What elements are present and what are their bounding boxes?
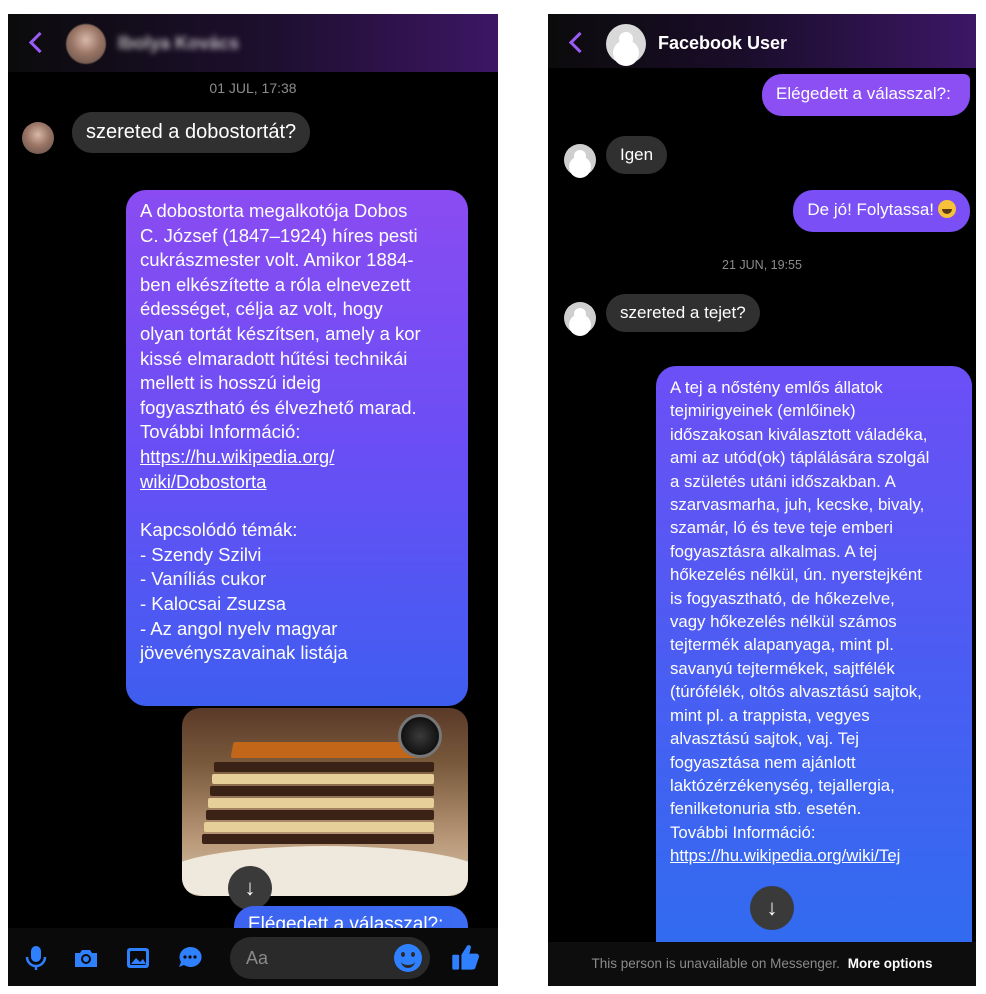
related-topic-line: - Kalocsai Zsuzsa: [140, 592, 286, 614]
emoji-icon[interactable]: [394, 944, 422, 972]
chat-header: Ibolya Kovács: [8, 14, 498, 72]
emblem-icon: [398, 714, 442, 758]
wiki-link[interactable]: https://hu.wikipedia.org/wiki/Tej: [670, 844, 958, 867]
related-topic-line: - Szendy Szilvi: [140, 543, 262, 565]
composer-bar: Aa: [8, 928, 498, 986]
message-line: ben elkészítette a róla elnevezett: [140, 273, 411, 295]
wiki-link[interactable]: https://hu.wikipedia.org/: [140, 445, 454, 470]
message-line: mellett is hosszú ideig: [140, 372, 321, 394]
message-line: fogyasztásra alkalmas. A tej: [670, 541, 878, 561]
cake-slice: [202, 738, 442, 858]
message-line: a születés utáni időszakban. A: [670, 471, 896, 491]
message-line: További Információ:: [670, 822, 816, 842]
outgoing-message-text: De jó! Folytassa!: [807, 200, 934, 219]
left-chat-screen: Ibolya Kovács 01 JUL, 17:38 szereted a d…: [8, 14, 498, 986]
avatar[interactable]: [66, 24, 106, 64]
message-line: A dobostorta megalkotója Dobos: [140, 200, 408, 221]
message-line: laktózérzékenység, tejallergia,: [670, 775, 895, 795]
message-input[interactable]: Aa: [230, 937, 430, 979]
message-line: hőkezelés nélkül, ún. nyerstejként: [670, 565, 922, 585]
message-line: fogyasztása nem ajánlott: [670, 752, 856, 772]
incoming-message[interactable]: szereted a dobostortát?: [72, 112, 311, 153]
avatar[interactable]: [564, 144, 596, 176]
message-line: (túrófélék, oltós alvasztású sajtok,: [670, 682, 922, 702]
back-chevron-icon[interactable]: [566, 28, 588, 58]
message-line: További Információ:: [140, 421, 301, 443]
incoming-message[interactable]: Igen: [606, 136, 668, 174]
timestamp: 21 JUN, 19:55: [722, 258, 802, 272]
message-line: vagy hőkezelés nélkül számos: [670, 612, 897, 632]
message-line: fogyasztható és élvezhető marad.: [140, 396, 417, 418]
mic-icon[interactable]: [22, 944, 50, 972]
message-line: A tej a nőstény emlős állatok: [670, 378, 883, 397]
avatar[interactable]: [564, 302, 596, 334]
related-topic-line: jövevényszavainak listája: [140, 642, 348, 664]
avatar[interactable]: [22, 122, 54, 154]
related-topic-line: Kapcsolódó témák:: [140, 519, 298, 541]
message-line: időszakosan kiválasztott váladéka,: [670, 424, 928, 444]
dobostorta-photo[interactable]: [182, 708, 468, 896]
camera-icon[interactable]: [72, 944, 100, 972]
message-line: olyan tortát készítsen, amely a kor: [140, 322, 421, 344]
right-chat-screen: Elégedett a válasszal?: Facebook User Ig…: [548, 14, 976, 986]
avatar[interactable]: [606, 24, 646, 64]
outgoing-message[interactable]: A dobostorta megalkotója Dobos C. József …: [126, 190, 468, 706]
message-line: édességet, célja az volt, hogy: [140, 298, 383, 320]
message-line: alvasztású sajtok, vaj. Tej: [670, 729, 860, 749]
message-line: cukrászmester volt. Amikor 1884-: [140, 249, 414, 271]
outgoing-message[interactable]: Elégedett a válasszal?:: [762, 74, 970, 116]
timestamp: 01 JUL, 17:38: [209, 80, 297, 96]
message-line: ami az utód(ok) táplálására szolgál: [670, 448, 930, 468]
back-chevron-icon[interactable]: [26, 28, 48, 58]
grinning-emoji-icon: [938, 200, 956, 218]
outgoing-message[interactable]: De jó! Folytassa!: [793, 190, 970, 232]
related-topic-line: - Az angol nyelv magyar: [140, 617, 338, 639]
message-input-placeholder: Aa: [246, 948, 269, 968]
message-line: mint pl. a trappista, vegyes: [670, 705, 870, 725]
contact-name[interactable]: Facebook User: [658, 33, 787, 54]
related-topic-line: - Vaníliás cukor: [140, 568, 267, 590]
message-line: is fogyasztható, de hőkezelve,: [670, 588, 895, 608]
message-line: C. József (1847–1924) híres pesti: [140, 224, 418, 246]
message-line: tejtermék alapanyaga, mint pl.: [670, 635, 894, 655]
message-line: kissé elmaradott hűtési technikái: [140, 347, 408, 369]
contact-name[interactable]: Ibolya Kovács: [118, 33, 239, 54]
chat-bubble-icon[interactable]: [176, 944, 204, 972]
wiki-link[interactable]: wiki/Dobostorta: [140, 470, 454, 495]
message-line: szamár, ló és teve teje emberi: [670, 518, 893, 538]
scroll-down-arrow-icon[interactable]: ↓: [228, 866, 272, 910]
gallery-icon[interactable]: [124, 944, 152, 972]
message-line: tejmirigyeinek (emlőinek): [670, 401, 856, 421]
more-options-link[interactable]: More options: [848, 956, 933, 971]
message-line: savanyú tejtermékek, sajtfélék: [670, 658, 895, 678]
unavailable-text: This person is unavailable on Messenger.: [591, 956, 840, 971]
chat-header: Facebook User: [548, 14, 976, 68]
incoming-message[interactable]: szereted a tejet?: [606, 294, 760, 332]
scroll-down-arrow-icon[interactable]: ↓: [750, 886, 794, 930]
unavailable-notice: This person is unavailable on Messenger.…: [548, 942, 976, 986]
message-line: szarvasmarha, juh, kecske, bivaly,: [670, 495, 925, 515]
thumbs-up-icon[interactable]: [450, 941, 482, 973]
message-line: fenilketonuria stb. esetén.: [670, 799, 862, 819]
outgoing-message[interactable]: A tej a nőstény emlős állatok tejmirigyei…: [656, 366, 972, 966]
